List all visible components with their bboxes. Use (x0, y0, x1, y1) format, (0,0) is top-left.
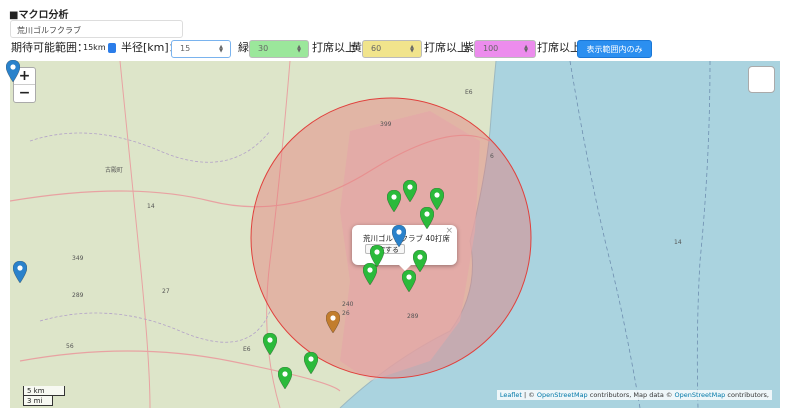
map-label: E6 (465, 89, 473, 96)
map-marker-icon[interactable] (277, 366, 293, 390)
select-arrows-icon (107, 42, 116, 53)
range-select-value: 15km (83, 43, 106, 52)
map-marker-icon[interactable] (401, 269, 417, 293)
attribution-text: contributors, (725, 391, 769, 399)
leaflet-link[interactable]: Leaflet (500, 391, 522, 399)
page-title: ■マクロ分析 (9, 10, 69, 21)
scale-mi: 3 mi (23, 396, 53, 406)
scale-km: 5 km (23, 386, 65, 396)
purple-label: 紫 (463, 41, 474, 54)
osm-link[interactable]: OpenStreetMap (537, 391, 588, 399)
spinner-icon[interactable]: ▲ ▼ (409, 45, 415, 54)
green-suffix: 打席以上 (312, 41, 356, 54)
osm-link[interactable]: OpenStreetMap (674, 391, 725, 399)
green-value: 30 (258, 44, 269, 53)
attribution-text: contributors, Map data © (587, 391, 675, 399)
green-threshold-input[interactable]: 30 ▲ ▼ (249, 40, 309, 58)
course-name-field[interactable]: 荒川ゴルフクラブ (10, 20, 183, 38)
radius-input[interactable]: 15 ▲ ▼ (171, 40, 231, 58)
yellow-label: 黄 (351, 41, 362, 54)
map-label: 56 (66, 343, 74, 350)
map-label: 289 (72, 292, 84, 299)
map-label: 349 (72, 255, 84, 262)
range-label: 期待可能範囲： (11, 41, 88, 54)
map-label: 289 (407, 313, 419, 320)
map-label: 240 (342, 301, 354, 308)
spinner-icon[interactable]: ▲ ▼ (296, 45, 302, 54)
map-label: 古殿町 (105, 166, 123, 174)
map-marker-icon[interactable] (419, 206, 435, 230)
map-marker-icon[interactable] (391, 224, 407, 248)
purple-suffix: 打席以上 (537, 41, 581, 54)
map-marker-icon[interactable] (303, 351, 319, 375)
map-label: 27 (162, 288, 170, 295)
zoom-out-button[interactable]: − (14, 85, 35, 102)
yellow-threshold-input[interactable]: 60 ▲ ▼ (362, 40, 422, 58)
yellow-suffix: 打席以上 (424, 41, 468, 54)
map-marker-icon[interactable] (386, 189, 402, 213)
filter-toolbar: 期待可能範囲： 15km 半径[km]： 15 ▲ ▼ 緑 30 ▲ ▼ 打席以上 黄 … (11, 40, 781, 58)
map-label: 14 (674, 239, 682, 246)
map-label: 26 (342, 310, 350, 317)
radius-input-value: 15 (180, 44, 191, 53)
spinner-icon[interactable]: ▲ ▼ (218, 45, 224, 54)
spinner-icon[interactable]: ▲ ▼ (523, 45, 529, 54)
map-attribution: Leaflet | © OpenStreetMap contributors, … (496, 390, 772, 400)
attribution-text: | © (521, 391, 537, 399)
map-marker-icon[interactable] (325, 310, 341, 334)
purple-value: 100 (483, 44, 499, 53)
layers-button[interactable] (748, 66, 775, 93)
range-select[interactable]: 15km (81, 40, 118, 56)
purple-threshold-input[interactable]: 100 ▲ ▼ (474, 40, 536, 58)
map-label: 399 (380, 121, 392, 128)
green-label: 緑 (238, 41, 249, 54)
map-label: 14 (147, 203, 155, 210)
map-marker-icon[interactable] (5, 59, 21, 83)
close-icon[interactable]: × (445, 226, 453, 236)
visible-area-only-button[interactable]: 表示範囲内のみ (577, 40, 652, 58)
yellow-value: 60 (371, 44, 382, 53)
map-label: E6 (243, 346, 251, 353)
map-marker-icon[interactable] (362, 262, 378, 286)
map-marker-icon[interactable] (412, 249, 428, 273)
popup-text: 荒川ゴルフクラブ 40打席 (363, 234, 450, 243)
map-label: 6 (490, 153, 494, 160)
map-marker-icon[interactable] (12, 260, 28, 284)
map-marker-icon[interactable] (402, 179, 418, 203)
map-marker-icon[interactable] (262, 332, 278, 356)
